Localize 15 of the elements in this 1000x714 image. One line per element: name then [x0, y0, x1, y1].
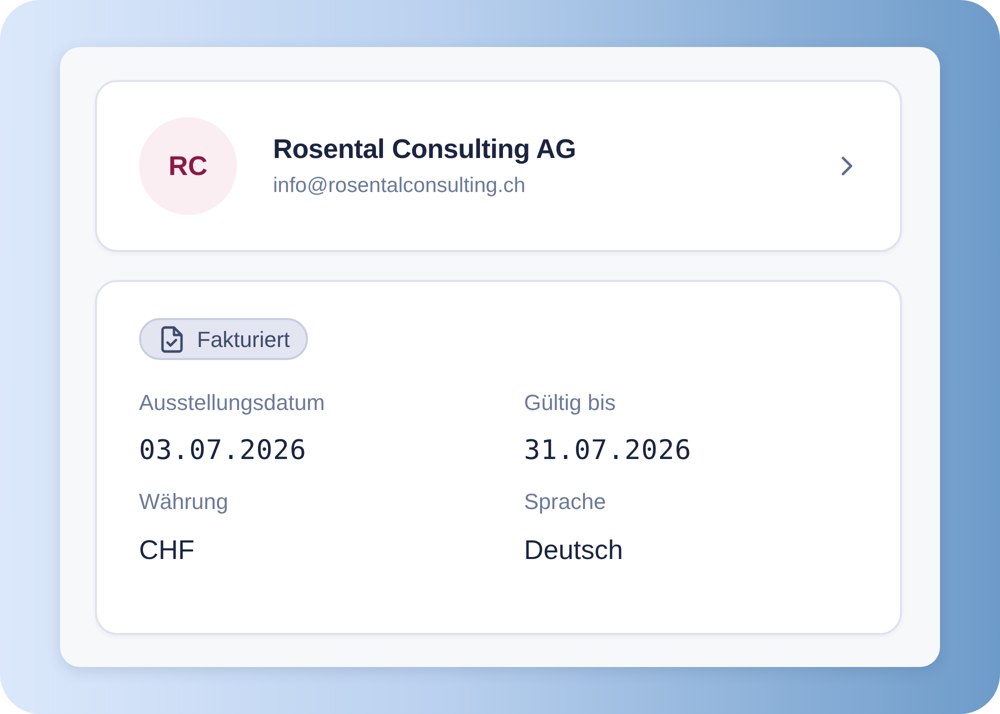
- field-label: Ausstellungsdatum: [139, 388, 326, 417]
- field-label: Währung: [139, 488, 230, 516]
- field-label: Sprache: [524, 488, 607, 516]
- avatar: RC: [139, 117, 237, 215]
- field-value: Deutsch: [524, 534, 624, 567]
- field-label: Gültig bis: [524, 388, 617, 417]
- customer-card[interactable]: RC Rosental Consulting AG info@rosentalconsulting.ch: [95, 80, 902, 252]
- chevron-right-icon[interactable]: [840, 155, 854, 177]
- field-value: CHF: [139, 534, 196, 567]
- date-value: 31.07.2026: [524, 434, 693, 468]
- document-check-icon: [161, 326, 183, 352]
- status-label: Fakturiert: [197, 326, 290, 354]
- customer-email: info@rosentalconsulting.ch: [273, 172, 526, 199]
- date-value: 03.07.2026: [139, 434, 308, 468]
- customer-name: Rosental Consulting AG: [273, 133, 577, 166]
